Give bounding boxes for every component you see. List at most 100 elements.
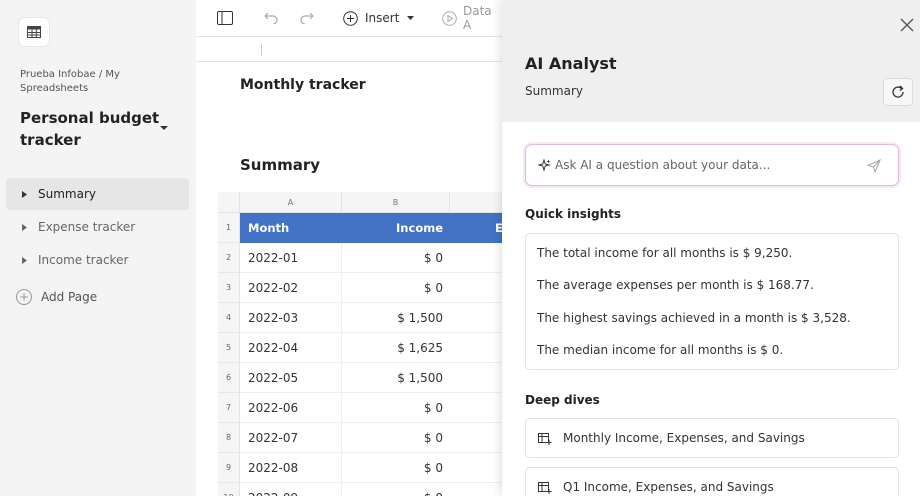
page-title: Monthly tracker [240,77,366,93]
header-cell-month[interactable]: Month [240,213,342,243]
undo-icon[interactable] [264,8,278,28]
data-analysis-button[interactable]: Data A [442,4,502,32]
cell-expenses[interactable] [450,333,502,363]
cell-expenses[interactable] [450,393,502,423]
insight-item: The median income for all months is $ 0. [537,343,784,357]
row-number[interactable]: 3 [218,273,240,303]
add-circle-icon: + [16,289,32,305]
ask-ai-box[interactable] [525,144,899,186]
cell-income[interactable]: $ 1,500 [342,363,450,393]
row-number[interactable]: 5 [218,333,240,363]
cell-income[interactable]: $ 0 [342,273,450,303]
insight-item: The average expenses per month is $ 168.… [537,278,814,292]
cell-month[interactable]: 2022-03 [240,303,342,333]
ai-analyst-panel: AI Analyst Summary Quick insights The to… [502,0,920,496]
section-title: Summary [240,156,321,174]
caret-right-icon [18,190,30,198]
ai-panel-header: AI Analyst Summary [502,0,920,122]
cell-month[interactable]: 2022-02 [240,273,342,303]
row-number[interactable]: 4 [218,303,240,333]
cell-month[interactable]: 2022-07 [240,423,342,453]
column-header-a[interactable]: A [240,192,342,213]
spreadsheet-icon[interactable] [19,18,49,46]
deep-dives-heading: Deep dives [525,393,600,407]
row-number[interactable]: 6 [218,363,240,393]
row-number[interactable]: 10 [218,483,240,496]
insight-item: The total income for all months is $ 9,2… [537,246,793,260]
cell-income[interactable]: $ 0 [342,243,450,273]
breadcrumb[interactable]: Prueba Infobae / My Spreadsheets [20,68,180,96]
caret-down-icon [407,15,415,21]
cell-month[interactable]: 2022-05 [240,363,342,393]
cell-expenses[interactable] [450,483,502,496]
add-page-label: Add Page [41,290,98,304]
refresh-icon [891,85,905,99]
ai-panel-subtitle: Summary [525,84,583,98]
cell-income[interactable]: $ 0 [342,483,450,496]
sparkle-icon [537,158,551,172]
cell-income[interactable]: $ 0 [342,453,450,483]
table-insight-icon [537,479,553,495]
row-number[interactable]: 1 [218,213,240,243]
row-number[interactable]: 7 [218,393,240,423]
cell-expenses[interactable] [450,363,502,393]
document-title: Personal budget tracker [20,109,160,149]
cell-month[interactable]: 2022-08 [240,453,342,483]
cell-expenses[interactable] [450,423,502,453]
quick-insights-heading: Quick insights [525,207,622,221]
deep-dive-monthly[interactable]: Monthly Income, Expenses, and Savings [525,418,899,458]
row-number[interactable]: 9 [218,453,240,483]
sidebar-item-income-tracker[interactable]: Income tracker [6,244,189,276]
cell-expenses[interactable] [450,273,502,303]
cell-income[interactable]: $ 1,500 [342,303,450,333]
sidebar-item-expense-tracker[interactable]: Expense tracker [6,211,189,243]
formula-bar[interactable] [196,38,502,62]
cell-expenses[interactable] [450,243,502,273]
sidebar: Prueba Infobae / My Spreadsheets Persona… [0,0,196,496]
deep-dive-q1[interactable]: Q1 Income, Expenses, and Savings [525,467,899,496]
cell-income[interactable]: $ 0 [342,423,450,453]
sidebar-item-summary[interactable]: Summary [6,178,189,210]
formula-separator [261,44,262,56]
grid-corner[interactable] [218,192,240,213]
play-circle-icon [442,10,457,26]
cell-income[interactable]: $ 1,625 [342,333,450,363]
caret-right-icon [18,223,30,231]
header-cell-expenses[interactable]: E [450,213,503,243]
ask-ai-input[interactable] [555,158,855,172]
insert-label: Insert [365,11,400,25]
column-header-b[interactable]: B [342,192,450,213]
redo-icon[interactable] [300,8,314,28]
close-icon[interactable] [898,16,916,34]
deep-dive-label: Q1 Income, Expenses, and Savings [563,480,774,494]
caret-down-icon[interactable] [158,122,170,134]
sidebar-item-label: Income tracker [38,253,129,267]
cell-expenses[interactable] [450,453,502,483]
data-analysis-label: Data A [463,4,492,32]
sidebar-item-label: Summary [38,187,96,201]
insert-plus-icon [343,10,358,26]
row-number[interactable]: 8 [218,423,240,453]
cell-expenses[interactable] [450,303,502,333]
cell-month[interactable]: 2022-04 [240,333,342,363]
deep-dive-label: Monthly Income, Expenses, and Savings [563,431,805,445]
header-cell-income[interactable]: Income [342,213,450,243]
cell-income[interactable]: $ 0 [342,393,450,423]
insert-button[interactable]: Insert [343,8,415,28]
column-header-c[interactable] [450,192,502,213]
insight-item: The highest savings achieved in a month … [537,311,851,325]
row-number[interactable]: 2 [218,243,240,273]
quick-insights-card: The total income for all months is $ 9,2… [525,233,899,370]
cell-month[interactable]: 2022-06 [240,393,342,423]
ai-panel-title: AI Analyst [525,54,617,73]
add-page-button[interactable]: + Add Page [16,287,97,307]
toolbar: Insert Data A [196,0,502,37]
sidebar-toggle-icon[interactable] [217,8,233,28]
cell-month[interactable]: 2022-01 [240,243,342,273]
caret-right-icon [18,256,30,264]
refresh-button[interactable] [883,78,913,106]
cell-month[interactable]: 2022-09 [240,483,342,496]
send-icon[interactable] [866,158,882,174]
sidebar-item-label: Expense tracker [38,220,136,234]
table-insight-icon [537,430,553,446]
